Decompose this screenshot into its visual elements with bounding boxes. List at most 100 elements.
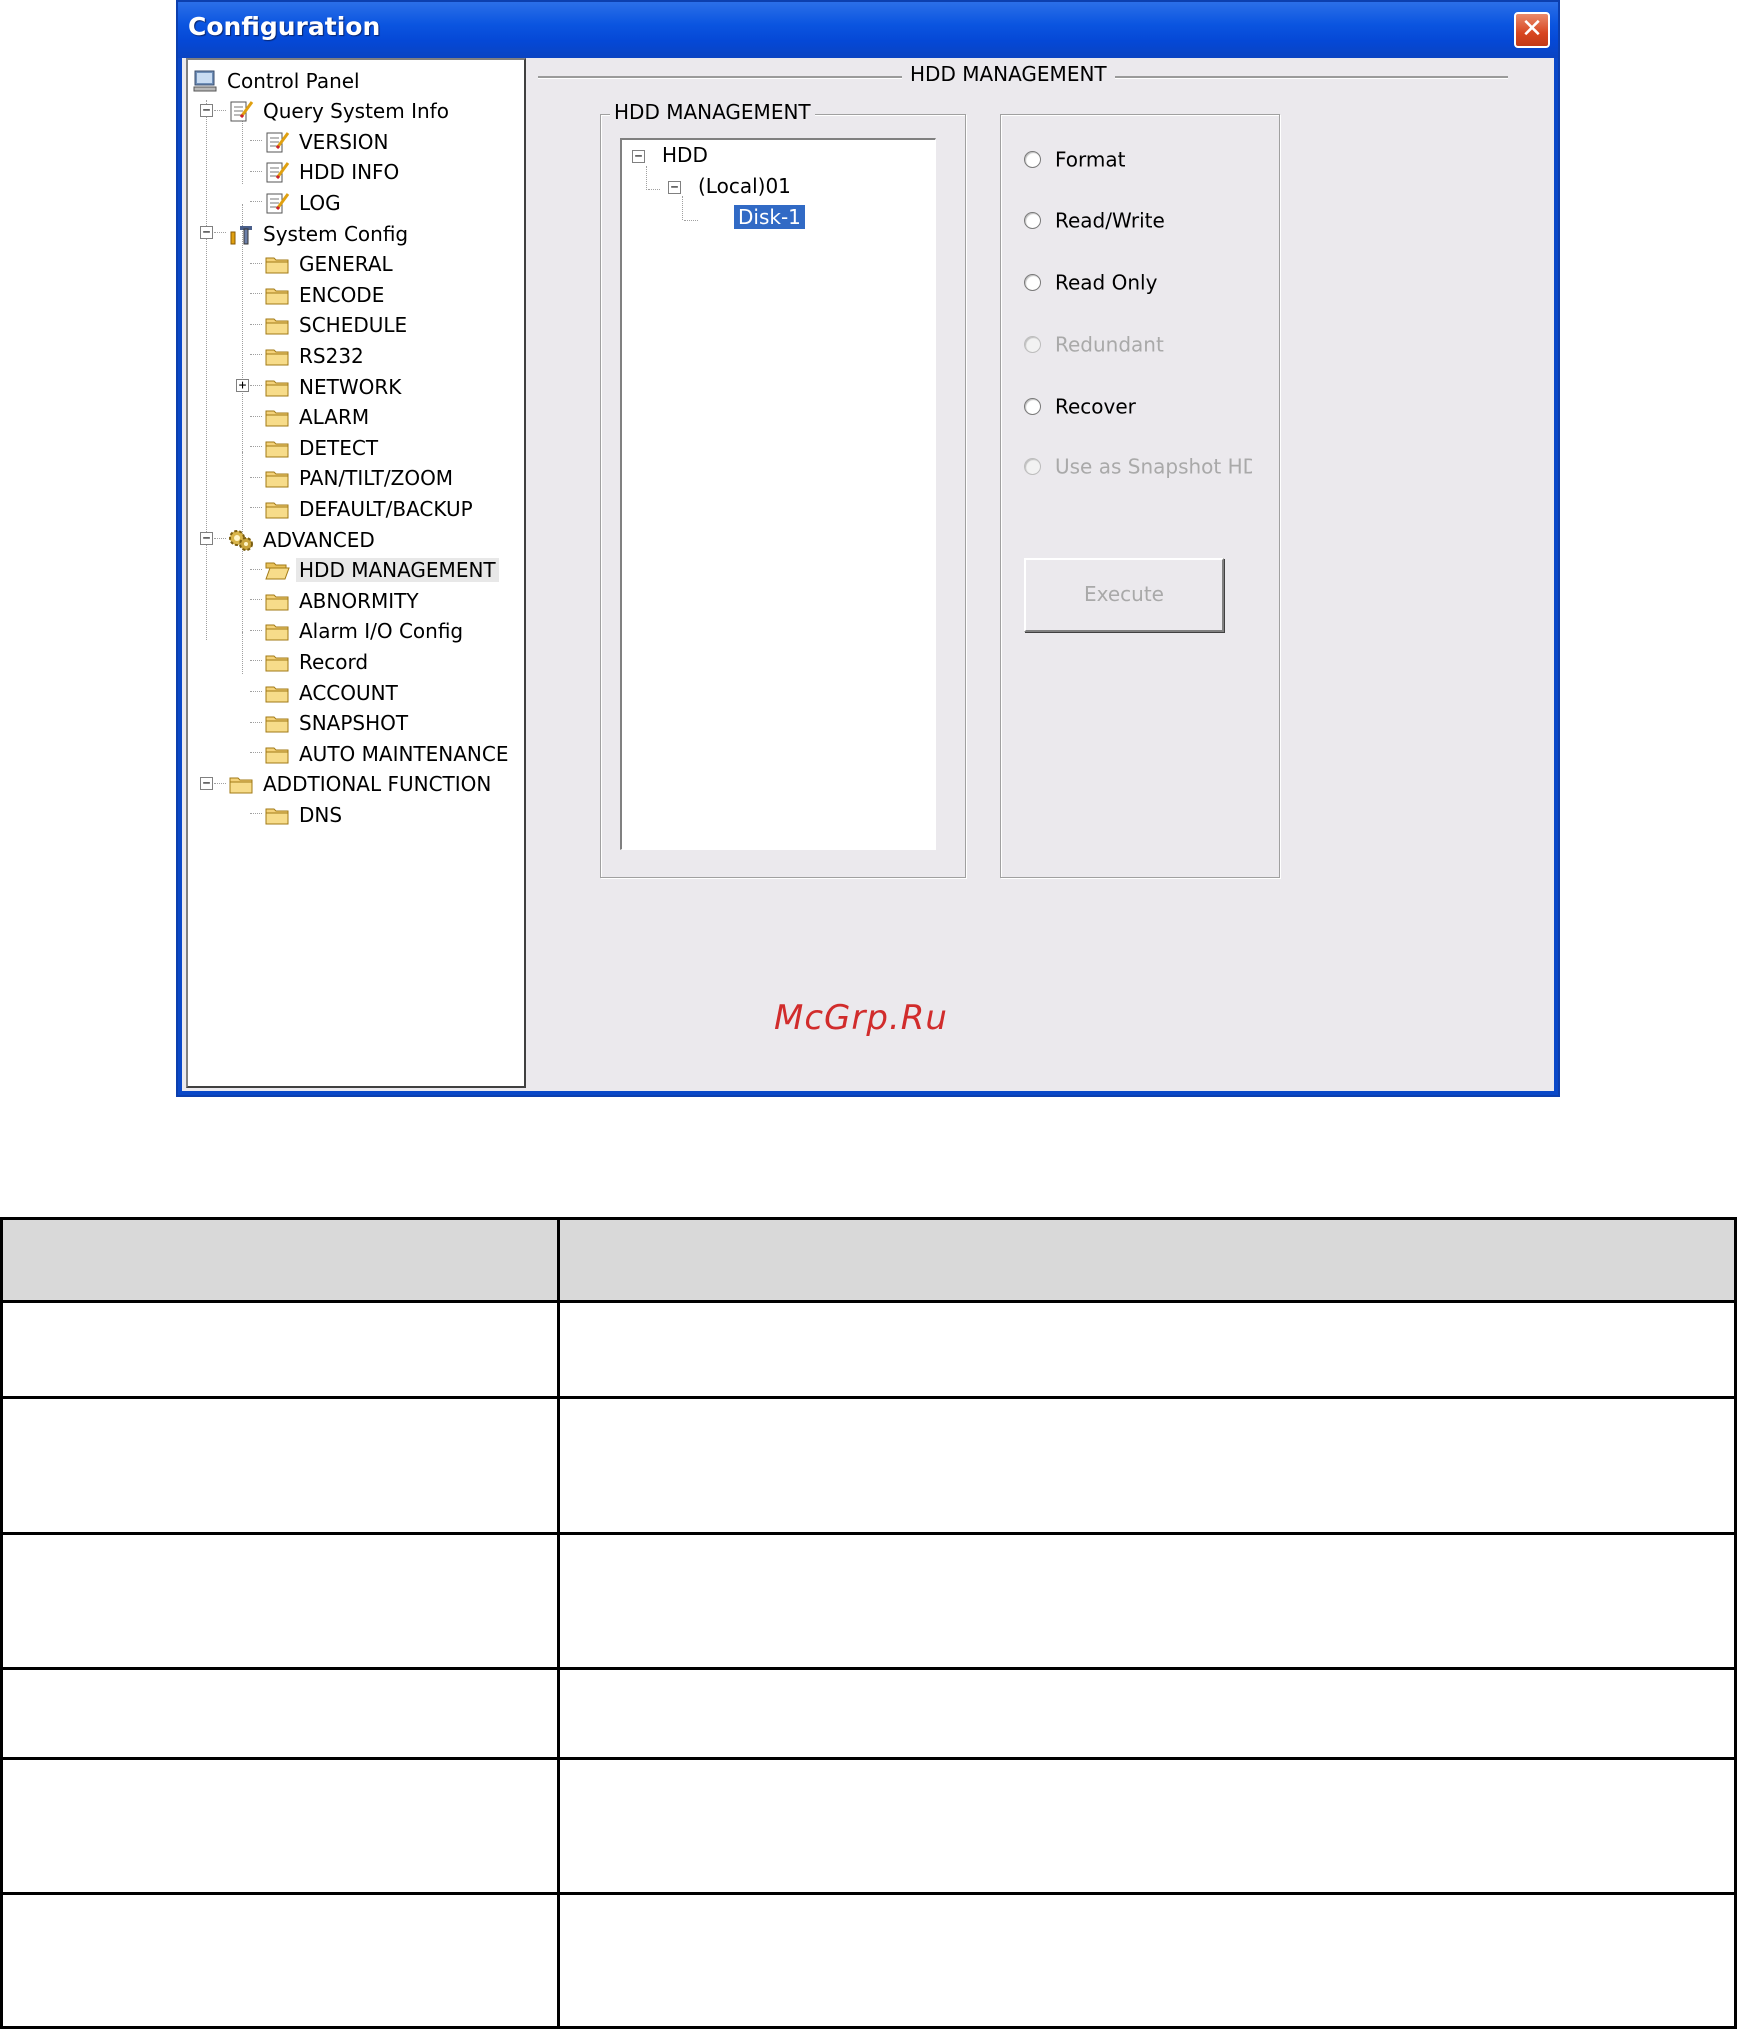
tree-item-dns[interactable]: DNS: [264, 798, 345, 828]
option-recover-radio[interactable]: Recover: [1024, 389, 1252, 421]
tree-item-abnormity[interactable]: ABNORMITY: [264, 584, 422, 614]
tree-item-snapshot[interactable]: SNAPSHOT: [264, 707, 411, 737]
tree-item-label: NETWORK: [299, 374, 402, 399]
folder-icon: [264, 682, 290, 704]
tree-item-label: DETECT: [299, 435, 379, 460]
tree-item-network[interactable]: NETWORK: [264, 370, 404, 400]
folder-icon: [264, 590, 290, 612]
tree-item-general[interactable]: GENERAL: [264, 248, 396, 278]
notepad-icon: [264, 131, 290, 153]
folder-icon: [264, 345, 290, 367]
tree-expander-icon[interactable]: −: [200, 226, 213, 239]
option-format-radio[interactable]: Format: [1024, 142, 1252, 174]
option-read-only-radio[interactable]: Read Only: [1024, 265, 1252, 297]
tree-item-label: DNS: [299, 802, 343, 827]
hdd-tree[interactable]: − HDD − (Local)01 Disk-1: [620, 138, 936, 850]
table-cell: [0, 1532, 560, 1670]
hdd-root-item[interactable]: HDD: [662, 140, 708, 170]
radio-circle-icon[interactable]: [1024, 274, 1041, 291]
hdd-root-label: HDD: [662, 143, 708, 167]
navigation-tree[interactable]: Control Panel − Query System Info VERSION HD…: [186, 58, 526, 1088]
tree-item-label: ACCOUNT: [299, 680, 398, 705]
configuration-window: Configuration ✕ Control Panel − Query Syst…: [176, 0, 1560, 1097]
tree-expander-icon[interactable]: −: [200, 103, 213, 117]
folder-icon: [228, 773, 254, 795]
tree-item-encode[interactable]: ENCODE: [264, 278, 387, 308]
hdd-collapse-icon[interactable]: −: [632, 150, 645, 163]
tree-item-label: GENERAL: [299, 252, 393, 277]
hdd-local-label: (Local)01: [698, 174, 791, 198]
tree-item-hdd-info[interactable]: HDD INFO: [264, 156, 402, 186]
tree-item-schedule[interactable]: SCHEDULE: [264, 309, 410, 339]
tree-item-query-system-info[interactable]: Query System Info: [228, 95, 452, 125]
tree-item-label: Alarm I/O Config: [299, 619, 464, 644]
execute-button[interactable]: Execute: [1024, 558, 1224, 632]
info-table: [0, 1217, 1737, 2029]
tree-item-system-config[interactable]: System Config: [228, 217, 411, 247]
tree-expander-icon[interactable]: +: [236, 379, 249, 392]
tree-item-label: SNAPSHOT: [299, 711, 409, 736]
tree-item-addtional-function[interactable]: ADDTIONAL FUNCTION: [228, 768, 494, 798]
table-row: [0, 1300, 1737, 1399]
option-read-write-radio[interactable]: Read/Write: [1024, 203, 1252, 235]
folder-icon: [264, 406, 290, 428]
table-cell: [557, 1757, 1737, 1895]
folder-icon: [264, 804, 290, 826]
table-cell: [557, 1396, 1737, 1535]
tree-expander-icon[interactable]: −: [200, 532, 213, 545]
title-bar[interactable]: Configuration ✕: [178, 2, 1558, 58]
notepad-icon: [228, 100, 254, 122]
table-cell: [0, 1396, 560, 1535]
tree-item-label: ALARM: [299, 405, 370, 430]
tree-item-advanced[interactable]: ADVANCED: [228, 523, 378, 553]
tree-item-label: RS232: [299, 343, 364, 368]
option-label: Read Only: [1055, 270, 1158, 295]
folder-icon: [264, 467, 290, 489]
tree-item-account[interactable]: ACCOUNT: [264, 676, 401, 706]
tree-item-version[interactable]: VERSION: [264, 125, 392, 155]
option-label: Format: [1055, 147, 1126, 172]
tree-item-detect[interactable]: DETECT: [264, 431, 381, 461]
table-cell: [0, 1300, 560, 1399]
option-use-as-snapshot-hd-radio: Use as Snapshot HD: [1024, 449, 1252, 481]
option-redundant-radio: Redundant: [1024, 327, 1252, 359]
tree-item-auto-maintenance[interactable]: AUTO MAINTENANCE: [264, 737, 512, 767]
table-cell: [0, 1757, 560, 1895]
table-row: [0, 1892, 1737, 2029]
notepad-icon: [264, 192, 290, 214]
table-row: [0, 1532, 1737, 1670]
tree-item-label: Control Panel: [227, 68, 360, 93]
close-icon: ✕: [1521, 14, 1543, 44]
local-collapse-icon[interactable]: −: [668, 181, 681, 194]
open-folder-icon: [264, 559, 290, 581]
tree-item-label: SCHEDULE: [299, 313, 408, 338]
folder-icon: [264, 437, 290, 459]
tree-item-record[interactable]: Record: [264, 645, 371, 675]
tree-item-control-panel[interactable]: Control Panel: [192, 64, 363, 94]
table-row: [0, 1396, 1737, 1535]
folder-icon: [264, 498, 290, 520]
tree-item-alarm-i-o-config[interactable]: Alarm I/O Config: [264, 615, 466, 645]
tools-icon: [228, 223, 254, 245]
tree-expander-icon[interactable]: −: [200, 776, 213, 790]
tree-item-rs232[interactable]: RS232: [264, 339, 367, 369]
tree-item-label: ADVANCED: [263, 527, 375, 552]
radio-circle-icon[interactable]: [1024, 151, 1041, 168]
hdd-local-item[interactable]: (Local)01: [698, 171, 791, 201]
option-label: Read/Write: [1055, 208, 1165, 233]
table-cell: [557, 1532, 1737, 1670]
tree-item-pan-tilt-zoom[interactable]: PAN/TILT/ZOOM: [264, 462, 456, 492]
close-button[interactable]: ✕: [1514, 12, 1550, 48]
hdd-disk-item[interactable]: Disk-1: [734, 202, 805, 232]
section-header: HDD MANAGEMENT: [902, 62, 1115, 86]
folder-icon: [264, 314, 290, 336]
radio-circle-icon[interactable]: [1024, 398, 1041, 415]
computer-icon: [192, 70, 218, 92]
tree-item-hdd-management[interactable]: HDD MANAGEMENT: [264, 554, 499, 584]
table-cell: [557, 1300, 1737, 1399]
tree-item-log[interactable]: LOG: [264, 186, 344, 216]
tree-item-alarm[interactable]: ALARM: [264, 401, 372, 431]
tree-item-default-backup[interactable]: DEFAULT/BACKUP: [264, 492, 476, 522]
tree-item-label: ENCODE: [299, 282, 385, 307]
radio-circle-icon[interactable]: [1024, 212, 1041, 229]
